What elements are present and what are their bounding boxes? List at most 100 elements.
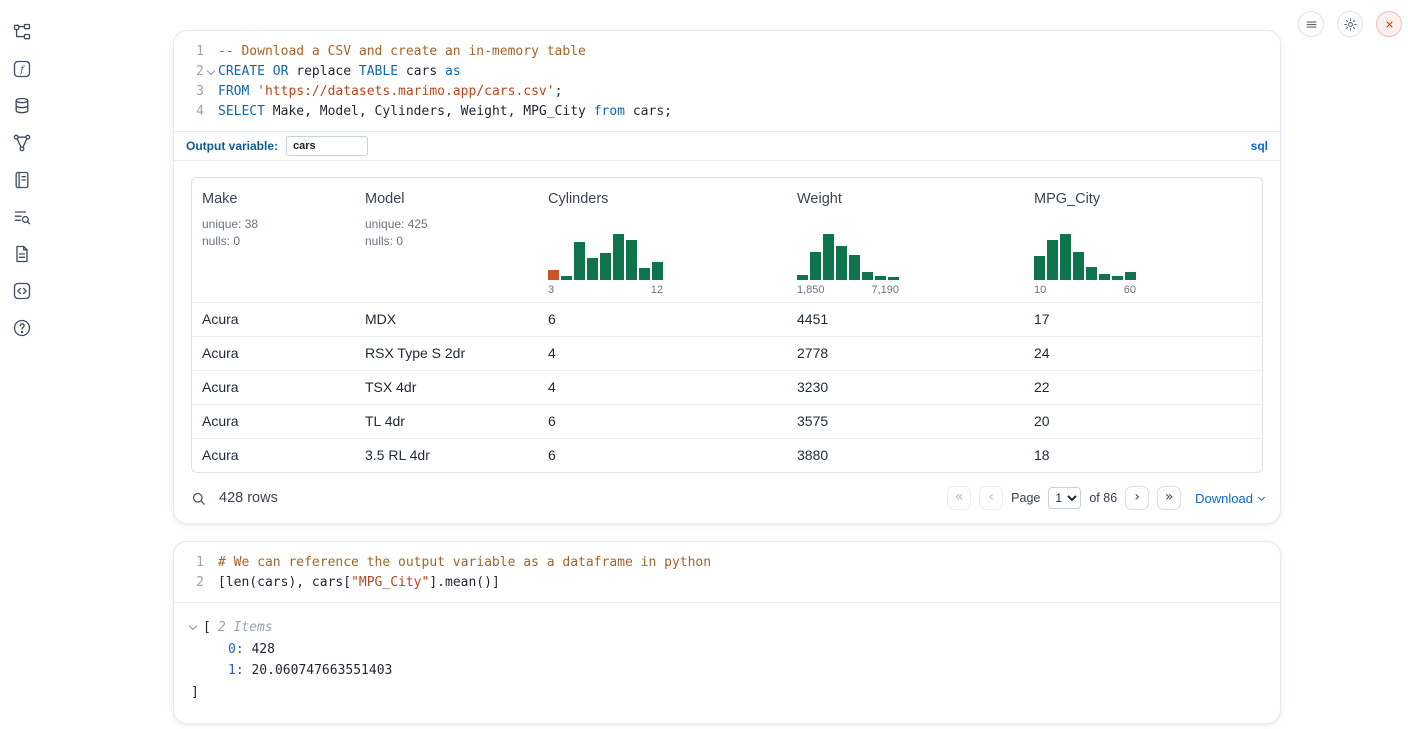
column-header-make[interactable]: Make unique: 38nulls: 0 <box>192 178 355 302</box>
table-cell: 4 <box>538 371 787 404</box>
token-keyword: SELECT <box>218 104 265 119</box>
histogram-bar[interactable] <box>626 240 637 280</box>
axis-max-label: 7,190 <box>871 284 899 296</box>
stat-line: nulls: 0 <box>202 233 345 250</box>
file-explorer-icon[interactable] <box>12 22 32 42</box>
histogram-bar[interactable] <box>888 277 899 280</box>
collapse-chevron-icon[interactable] <box>189 622 197 630</box>
histogram-bar[interactable] <box>797 275 808 280</box>
histogram-bar[interactable] <box>574 242 585 280</box>
dependency-graph-icon[interactable] <box>12 133 32 153</box>
code-line: 1-- Download a CSV and create an in-memo… <box>182 42 1266 62</box>
python-code-editor[interactable]: 1# We can reference the output variable … <box>174 542 1280 603</box>
tree-root: [ 2 Items <box>190 617 1264 639</box>
gutter-spacer <box>204 573 218 593</box>
column-name: MPG_City <box>1034 191 1252 207</box>
download-label: Download <box>1195 491 1253 506</box>
histogram-bar[interactable] <box>1047 240 1058 280</box>
logs-icon[interactable] <box>12 207 32 227</box>
histogram-bar[interactable] <box>613 234 624 280</box>
download-button[interactable]: Download <box>1195 491 1264 506</box>
entry-value: 20.060747663551403 <box>251 663 392 678</box>
shutdown-button[interactable] <box>1376 11 1402 37</box>
token-keyword: FROM <box>218 84 249 99</box>
help-icon[interactable] <box>12 318 32 338</box>
token-keyword: CREATE OR <box>218 64 288 79</box>
histogram-bar[interactable] <box>1125 272 1136 280</box>
datasources-icon[interactable] <box>12 96 32 116</box>
histogram-axis: 1,8507,190 <box>797 284 899 296</box>
scratchpad-icon[interactable] <box>12 170 32 190</box>
histogram-bar[interactable] <box>1060 234 1071 280</box>
column-header-mpg_city[interactable]: MPG_City 1060 <box>1024 178 1262 302</box>
search-icon[interactable] <box>190 490 207 507</box>
histogram-bar[interactable] <box>849 255 860 280</box>
documentation-icon[interactable] <box>12 244 32 264</box>
histogram-bar[interactable] <box>639 268 650 280</box>
axis-max-label: 12 <box>651 284 663 296</box>
token-plain: [len(cars), cars[ <box>218 575 351 590</box>
column-header-weight[interactable]: Weight1,8507,190 <box>787 178 1024 302</box>
language-badge[interactable]: sql <box>1251 139 1268 153</box>
column-name: Cylinders <box>548 191 777 207</box>
last-page-button[interactable]: » <box>1157 486 1181 510</box>
snippets-icon[interactable] <box>12 281 32 301</box>
token-plain: ; <box>555 84 563 99</box>
histogram-axis: 1060 <box>1034 284 1136 296</box>
histogram-bar[interactable] <box>1112 276 1123 280</box>
histogram-bar[interactable] <box>587 258 598 280</box>
svg-text:f: f <box>19 65 25 76</box>
code-text: SELECT Make, Model, Cylinders, Weight, M… <box>218 102 672 122</box>
next-page-button[interactable]: › <box>1125 486 1149 510</box>
table-cell: Acura <box>192 303 355 336</box>
histogram-bar[interactable] <box>862 272 873 280</box>
sql-output-area: Makeunique: 38nulls: 0Modelunique: 425nu… <box>174 161 1280 473</box>
histogram-bar[interactable] <box>561 276 572 280</box>
histogram-bar[interactable] <box>1034 256 1045 280</box>
sql-code-editor[interactable]: 1-- Download a CSV and create an in-memo… <box>174 31 1280 131</box>
column-header-cylinders[interactable]: Cylinders 312 <box>538 178 787 302</box>
column-histogram: 312 <box>548 232 663 296</box>
histogram-bar[interactable] <box>823 234 834 280</box>
table-cell: 6 <box>538 439 787 472</box>
table-cell: 3230 <box>787 371 1024 404</box>
output-variable-input[interactable] <box>286 136 368 156</box>
table-cell: MDX <box>355 303 538 336</box>
histogram-bar[interactable] <box>875 276 886 280</box>
table-cell: 24 <box>1024 337 1262 370</box>
python-cell: 1# We can reference the output variable … <box>173 541 1281 724</box>
stat-line: nulls: 0 <box>365 233 528 250</box>
entry-key: 0: <box>228 642 244 657</box>
histogram-bar[interactable] <box>652 262 663 280</box>
output-variable-label: Output variable: <box>186 139 278 153</box>
fold-toggle[interactable] <box>204 62 218 82</box>
first-page-button[interactable]: « <box>947 486 971 510</box>
code-line: 3FROM 'https://datasets.marimo.app/cars.… <box>182 82 1266 102</box>
histogram-bar[interactable] <box>810 252 821 280</box>
column-histogram: 1,8507,190 <box>797 232 899 296</box>
tree-entry: 0: 428 <box>190 639 1264 661</box>
settings-button[interactable] <box>1337 11 1363 37</box>
table-body: AcuraMDX6445117AcuraRSX Type S 2dr427782… <box>192 302 1262 472</box>
histogram-bar[interactable] <box>600 253 611 280</box>
histogram-bar[interactable] <box>548 270 559 280</box>
column-stats: unique: 38nulls: 0 <box>202 216 345 250</box>
table-cell: TL 4dr <box>355 405 538 438</box>
histogram-bar[interactable] <box>1086 267 1097 280</box>
column-header-model[interactable]: Modelunique: 425nulls: 0 <box>355 178 538 302</box>
column-name: Make <box>202 191 345 207</box>
histogram-bar[interactable] <box>1073 252 1084 280</box>
stat-line: unique: 38 <box>202 216 345 233</box>
histogram-bar[interactable] <box>1099 274 1110 280</box>
histogram-bar[interactable] <box>836 246 847 280</box>
prev-page-button[interactable]: ‹ <box>979 486 1003 510</box>
page-select[interactable]: 1 <box>1048 487 1081 509</box>
token-plain <box>249 84 257 99</box>
axis-min-label: 10 <box>1034 284 1046 296</box>
functions-icon[interactable]: f <box>12 59 32 79</box>
table-footer: 428 rows « ‹ Page 1 of 86 › » Download <box>174 473 1280 523</box>
menu-button[interactable] <box>1298 11 1324 37</box>
close-icon <box>1382 17 1397 32</box>
tree-entry: 1: 20.060747663551403 <box>190 660 1264 682</box>
code-line: 4SELECT Make, Model, Cylinders, Weight, … <box>182 102 1266 122</box>
